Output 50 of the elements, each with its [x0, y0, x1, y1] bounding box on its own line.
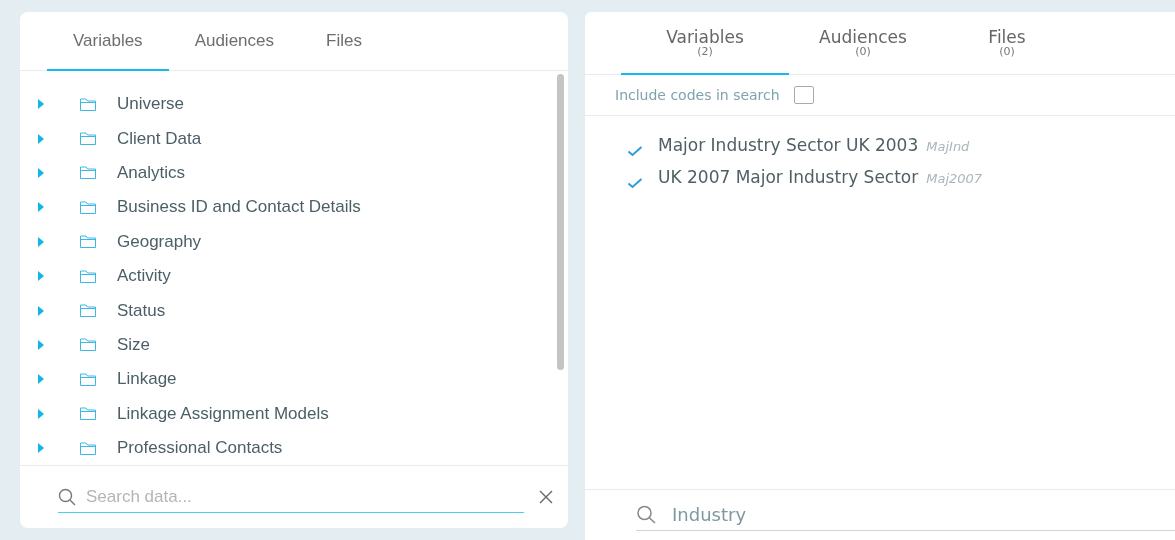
folder-icon [80, 372, 96, 386]
caret-icon[interactable] [37, 408, 45, 419]
caret-icon[interactable] [37, 236, 45, 247]
tab[interactable]: Files (0) [937, 12, 1077, 75]
tree-item[interactable]: Analytics [117, 162, 186, 183]
caret-icon[interactable] [37, 202, 45, 213]
tree-item[interactable]: Linkage Assignment Models [117, 403, 329, 424]
folder-icon [80, 441, 96, 455]
caret-icon[interactable] [37, 167, 45, 178]
checkbox[interactable] [793, 86, 814, 104]
tab[interactable]: Variables (2) [621, 12, 789, 75]
folder-icon [80, 166, 96, 180]
caret-icon[interactable] [37, 99, 45, 110]
tab[interactable]: Variables [47, 12, 169, 71]
folder-icon [80, 407, 96, 421]
variable-name[interactable]: Major Industry Sector UK 2003 [658, 135, 919, 155]
folder-icon [80, 269, 96, 283]
tree-item[interactable]: Geography [117, 231, 202, 252]
search-icon [636, 504, 658, 525]
tree-item[interactable]: Universe [117, 94, 185, 115]
tree-item[interactable]: Professional Contacts [117, 438, 283, 459]
variable-name[interactable]: UK 2007 Major Industry Sector [658, 167, 919, 187]
tree-item[interactable]: Activity [117, 266, 171, 287]
tree-item[interactable]: Linkage [117, 369, 177, 390]
caret-icon[interactable] [37, 133, 45, 144]
search-field[interactable]: Search data... [84, 485, 524, 508]
folder-icon [80, 235, 96, 249]
scrollbar[interactable] [557, 74, 564, 370]
tab[interactable]: Audiences (0) [793, 12, 933, 75]
tree-item[interactable]: Size [117, 334, 151, 355]
close-icon[interactable] [539, 490, 553, 504]
folder-icon [80, 338, 96, 352]
variable-code: Maj2007 [926, 171, 983, 186]
tree-item[interactable]: Business ID and Contact Details [117, 197, 361, 218]
variable-code: MajInd [926, 139, 970, 154]
caret-icon[interactable] [37, 339, 45, 350]
checkbox-label: Include codes in search [615, 87, 780, 103]
tree-item[interactable]: Client Data [117, 128, 202, 149]
tree-item[interactable]: Status [117, 300, 166, 321]
tab[interactable]: Audiences [168, 12, 300, 71]
search-icon [58, 487, 76, 506]
tab[interactable]: Files [300, 12, 388, 71]
folder-icon [80, 200, 96, 214]
folder-icon [80, 304, 96, 318]
folder-icon [80, 132, 96, 146]
caret-icon[interactable] [37, 443, 45, 454]
caret-icon[interactable] [37, 374, 45, 385]
caret-icon[interactable] [37, 271, 45, 282]
caret-icon[interactable] [37, 305, 45, 316]
folder-icon [80, 97, 96, 111]
